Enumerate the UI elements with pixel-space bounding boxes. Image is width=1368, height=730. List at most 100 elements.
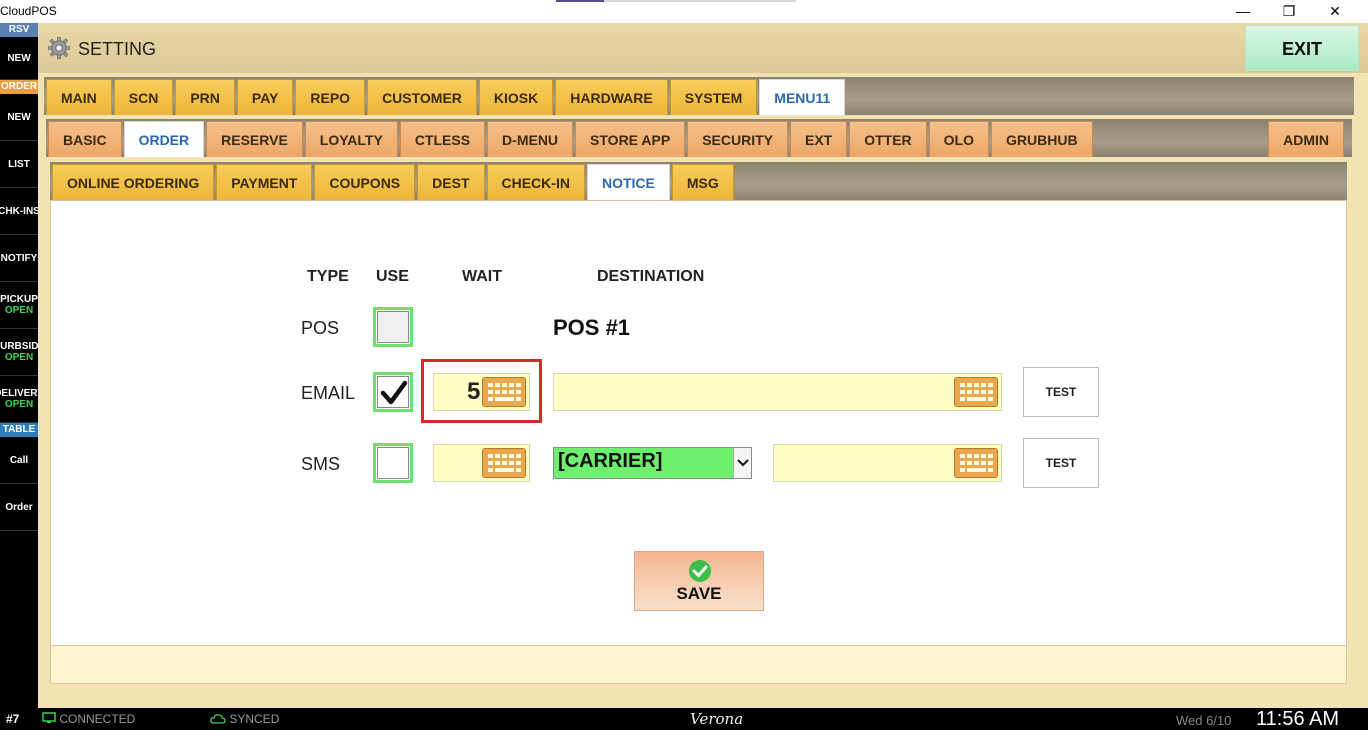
sms-test-button[interactable]: TEST — [1023, 438, 1099, 488]
email-use-checkbox[interactable] — [373, 372, 413, 412]
row-label-sms: SMS — [301, 454, 341, 474]
tab-ctless[interactable]: CTLESS — [399, 121, 486, 157]
sidebar-item-order-delivery[interactable]: DELIVERYOPEN — [0, 376, 38, 423]
synced-label: SYNCED — [229, 712, 280, 726]
tab-msg[interactable]: MSG — [671, 164, 734, 200]
sidebar-item-label: Order — [5, 501, 33, 513]
sidebar-item-order-notify[interactable]: NOTIFY — [0, 235, 38, 282]
tab-coupons[interactable]: COUPONS — [314, 164, 416, 200]
sidebar-item-label: CURBSIDE — [0, 341, 38, 352]
tab-main[interactable]: MAIN — [46, 79, 112, 115]
row-label-pos: POS — [301, 318, 340, 338]
title-bar: CloudPOS — ❐ ✕ — [0, 0, 1368, 23]
tab-admin[interactable]: ADMIN — [1268, 121, 1344, 157]
pos-use-checkbox[interactable] — [373, 307, 413, 347]
tab-grubhub[interactable]: GRUBHUB — [991, 121, 1093, 157]
tab-order[interactable]: ORDER — [123, 121, 205, 157]
connected-label: CONNECTED — [59, 712, 136, 726]
app-root: CloudPOS — ❐ ✕ RSV NEW ORDER NEW LIST CHK-INS… — [0, 0, 1368, 730]
bottom-band — [50, 646, 1347, 684]
keyboard-icon[interactable] — [482, 448, 526, 478]
tab-ext[interactable]: EXT — [789, 121, 848, 157]
tab-payment[interactable]: PAYMENT — [216, 164, 313, 200]
email-test-button[interactable]: TEST — [1023, 367, 1099, 417]
pos-destination: POS #1 — [553, 315, 631, 340]
sidebar-item-label: DELIVERY — [0, 388, 38, 399]
tab-reserve[interactable]: RESERVE — [206, 121, 303, 157]
tab-dest[interactable]: DEST — [417, 164, 485, 200]
carrier-select[interactable]: [CARRIER] — [553, 447, 752, 479]
tab-online-ordering[interactable]: ONLINE ORDERING — [52, 164, 215, 200]
minimize-button[interactable]: — — [1220, 0, 1266, 23]
save-button[interactable]: SAVE — [634, 551, 764, 611]
left-sidebar: RSV NEW ORDER NEW LIST CHK-INS NOTIFY PICKUP OPE… — [0, 23, 38, 708]
sidebar-item-status: OPEN — [4, 305, 34, 316]
tab-repo[interactable]: REPO — [295, 79, 366, 115]
chevron-down-icon[interactable] — [733, 448, 751, 478]
main-panel: SETTING EXIT MAIN SCN PRN PAY REPO CUSTOMER KI… — [38, 23, 1368, 708]
tab-basic[interactable]: BASIC — [48, 121, 122, 157]
cloud-icon — [210, 714, 226, 724]
sidebar-item-label: NOTIFY — [0, 252, 38, 264]
sidebar-item-order-curbside[interactable]: CURBSIDEOPEN — [0, 329, 38, 376]
sidebar-item-order-new[interactable]: NEW — [0, 94, 38, 141]
tab-system[interactable]: SYSTEM — [669, 79, 758, 115]
tab-d-menu[interactable]: D-MENU — [487, 121, 574, 157]
tab-otter[interactable]: OTTER — [849, 121, 927, 157]
email-wait-input[interactable]: 5 — [433, 373, 530, 411]
sidebar-item-label: NEW — [7, 111, 31, 123]
sidebar-item-order-chk-ins[interactable]: CHK-INS — [0, 188, 38, 235]
check-circle-icon — [689, 560, 711, 582]
keyboard-icon[interactable] — [954, 448, 998, 478]
sms-wait-input[interactable] — [433, 444, 530, 482]
settings-header: SETTING EXIT — [38, 23, 1368, 73]
app-title: CloudPOS — [0, 4, 57, 18]
status-bar: #7 CONNECTED SYNCED Verona Wed 6/10 11:5… — [0, 708, 1368, 730]
tab-loyalty[interactable]: LOYALTY — [304, 121, 398, 157]
title-accent-dark — [556, 0, 604, 2]
sidebar-item-label: PICKUP — [0, 294, 38, 305]
sms-destination-input[interactable] — [773, 444, 1002, 482]
tab-pay[interactable]: PAY — [236, 79, 294, 115]
col-header-type: TYPE — [307, 268, 349, 285]
keyboard-icon[interactable] — [954, 377, 998, 407]
sidebar-item-rsv-new[interactable]: NEW — [0, 37, 38, 80]
tab-customer[interactable]: CUSTOMER — [367, 79, 477, 115]
sidebar-item-table-call[interactable]: Call — [0, 437, 38, 484]
col-header-destination: DESTINATION — [597, 268, 705, 285]
sidebar-item-table-order[interactable]: Order — [0, 484, 38, 531]
tab-security[interactable]: SECURITY — [687, 121, 788, 157]
tab-scn[interactable]: SCN — [113, 79, 174, 115]
tab-check-in[interactable]: CHECK-IN — [486, 164, 585, 200]
tab-notice[interactable]: NOTICE — [586, 164, 670, 200]
tab-store-app[interactable]: STORE APP — [575, 121, 686, 157]
email-destination-input[interactable] — [553, 373, 1002, 411]
status-time: 11:56 AM — [1256, 708, 1340, 730]
tab-olo[interactable]: OLO — [928, 121, 990, 157]
keyboard-icon[interactable] — [482, 377, 526, 407]
save-label: SAVE — [676, 584, 722, 603]
tab-kiosk[interactable]: KIOSK — [478, 79, 554, 115]
checkmark-icon — [380, 380, 408, 405]
sidebar-item-order-pickup[interactable]: PICKUP OPEN — [0, 282, 38, 329]
sidebar-item-label: CHK-INS — [0, 205, 38, 217]
tab-menu11[interactable]: MENU11 — [759, 79, 846, 115]
restore-button[interactable]: ❐ — [1266, 0, 1312, 23]
tab-row-sub: BASIC ORDER RESERVE LOYALTY CTLESS D-MENU STOR… — [46, 119, 1352, 157]
row-label-email: EMAIL — [301, 383, 356, 403]
tab-prn[interactable]: PRN — [175, 79, 235, 115]
sidebar-section-order: ORDER — [0, 80, 38, 94]
tab-hardware[interactable]: HARDWARE — [555, 79, 668, 115]
sidebar-item-status: OPEN — [4, 352, 34, 363]
exit-button[interactable]: EXIT — [1245, 25, 1359, 71]
sync-status: SYNCED — [210, 712, 279, 726]
close-button[interactable]: ✕ — [1312, 0, 1358, 23]
col-header-use: USE — [376, 268, 409, 285]
carrier-select-value: [CARRIER] — [558, 450, 663, 472]
sidebar-item-label: LIST — [8, 158, 30, 170]
sms-use-checkbox[interactable] — [373, 443, 413, 483]
monitor-icon — [42, 712, 56, 723]
sidebar-item-order-list[interactable]: LIST — [0, 141, 38, 188]
store-name: Verona — [690, 710, 744, 728]
notice-settings-panel: TYPE USE WAIT DESTINATION POS POS #1 EMA… — [50, 200, 1347, 646]
